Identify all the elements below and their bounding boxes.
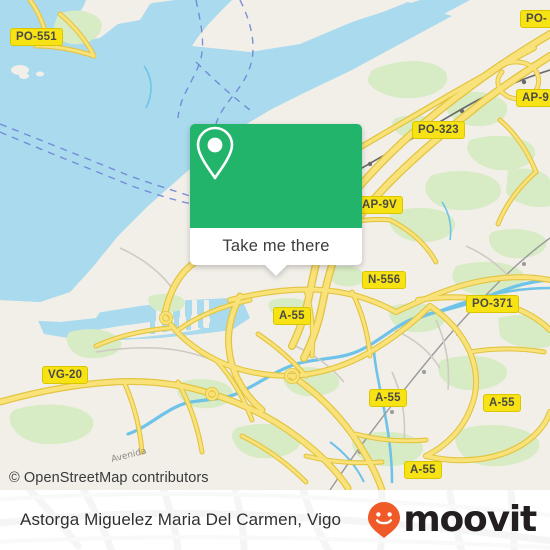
take-me-there-label: Take me there <box>222 237 330 255</box>
road-shield: PO-323 <box>412 121 465 140</box>
road-shield: A-55 <box>273 307 311 326</box>
bottom-info-bar: Astorga Miguelez Maria Del Carmen, Vigo … <box>0 490 550 550</box>
road-shield: A-55 <box>483 394 521 413</box>
callout-body <box>190 124 362 228</box>
moovit-logo[interactable]: moovit <box>367 499 537 540</box>
map-page: Avenida PO-551 PO- AP-9 PO-323 AP-9V N-5… <box>0 0 550 550</box>
location-pin-icon <box>196 126 234 180</box>
callout-tail <box>265 265 287 276</box>
osm-attribution: © OpenStreetMap contributors <box>9 470 209 486</box>
moovit-smiley-pin-icon <box>368 502 401 538</box>
road-shield: N-556 <box>362 271 407 290</box>
road-shield: PO- <box>520 10 550 29</box>
road-shield: AP-9 <box>516 89 550 108</box>
road-shield: AP-9V <box>356 196 403 215</box>
take-me-there-callout[interactable]: Take me there <box>190 124 362 276</box>
map-canvas[interactable]: Avenida PO-551 PO- AP-9 PO-323 AP-9V N-5… <box>0 0 550 490</box>
road-shield: A-55 <box>369 389 407 408</box>
place-title: Astorga Miguelez Maria Del Carmen, Vigo <box>20 510 342 529</box>
road-shield: PO-371 <box>466 295 519 314</box>
road-shield: PO-551 <box>10 28 63 47</box>
road-shield: A-55 <box>404 461 442 480</box>
take-me-there-button[interactable]: Take me there <box>190 228 362 276</box>
road-shield: VG-20 <box>42 366 89 385</box>
moovit-wordmark: moovit <box>403 499 537 540</box>
